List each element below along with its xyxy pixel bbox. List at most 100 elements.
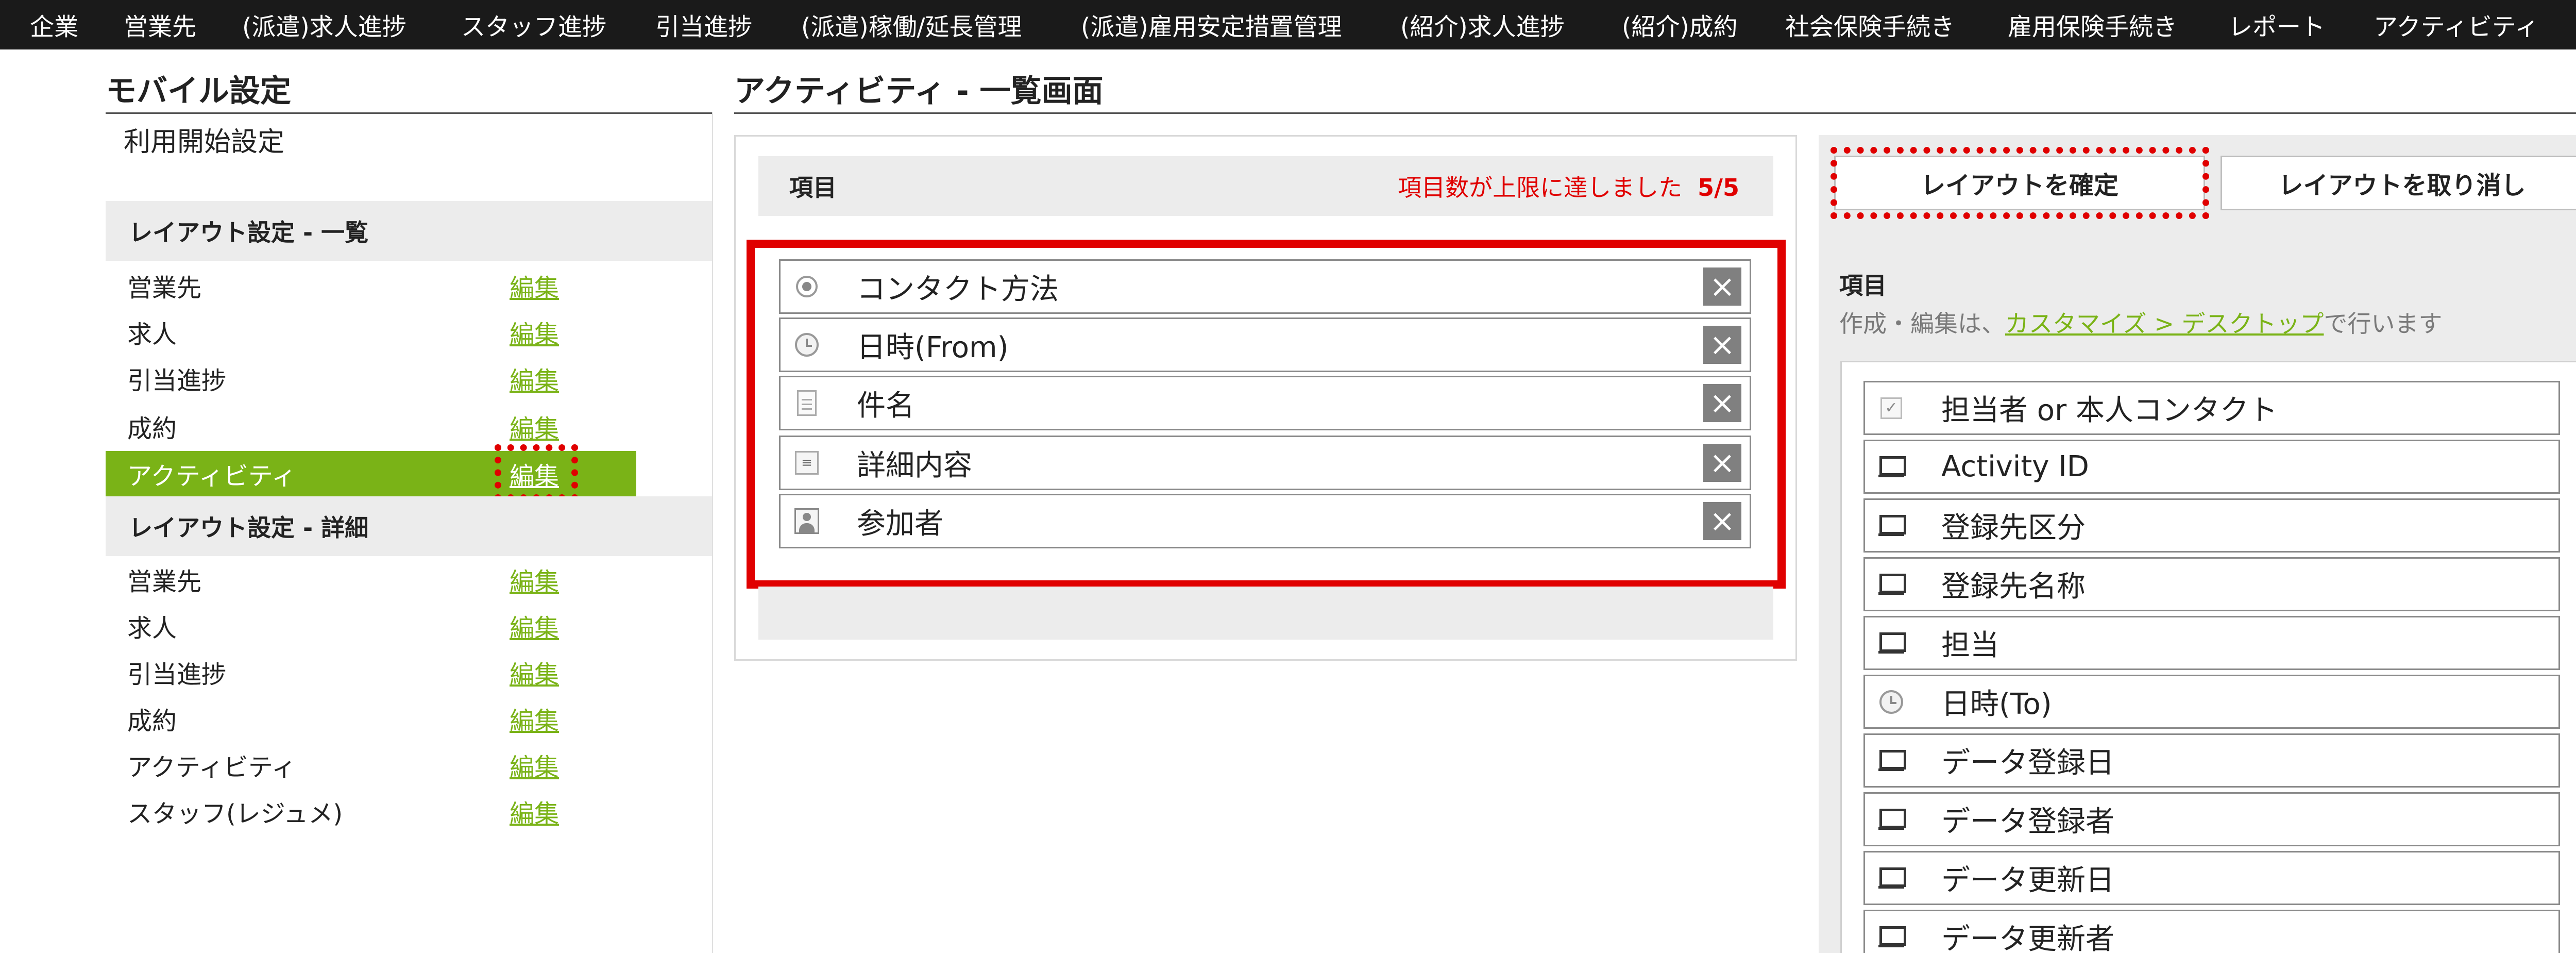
- list-layout-row-sales: 営業先 編集: [106, 264, 636, 307]
- detail-layout-edit-link[interactable]: 編集: [510, 561, 559, 597]
- top-nav: 企業 営業先 (派遣)求人進捗 スタッフ進捗 引当進捗 (派遣)稼働/延長管理 …: [0, 0, 2576, 49]
- nav-item-report[interactable]: レポート: [2228, 7, 2325, 43]
- available-field-item[interactable]: ✓ 担当者 or 本人コンタクト: [1863, 381, 2560, 435]
- list-layout-label: 営業先: [127, 274, 202, 303]
- remove-field-button[interactable]: ×: [1703, 326, 1741, 364]
- selected-field-label: 件名: [857, 389, 914, 423]
- nav-item-company[interactable]: 企業: [30, 7, 78, 43]
- list-layout-edit-link[interactable]: 編集: [510, 360, 559, 396]
- detail-layout-edit-link[interactable]: 編集: [510, 700, 559, 737]
- nav-item-dispatch-job-progress[interactable]: (派遣)求人進捗: [242, 7, 406, 43]
- selected-field-label: コンタクト方法: [857, 272, 1059, 306]
- page-title: アクティビティ - 一覧画面: [734, 73, 1104, 109]
- selected-fields-footer: [758, 587, 1773, 640]
- monitor-icon: [1876, 805, 1906, 834]
- available-field-label: データ更新者: [1941, 923, 2114, 953]
- detail-layout-row-job: 求人 編集: [106, 604, 636, 647]
- available-field-item[interactable]: データ更新者: [1863, 910, 2560, 953]
- detail-layout-label: 求人: [127, 614, 177, 643]
- clock-icon: [792, 330, 822, 360]
- remove-field-button[interactable]: ×: [1703, 267, 1741, 306]
- detail-layout-edit-link[interactable]: 編集: [510, 747, 559, 783]
- detail-layout-section-header: レイアウト設定 - 詳細: [106, 496, 712, 556]
- nav-item-activity[interactable]: アクティビティ: [2374, 7, 2539, 43]
- nav-item-social-insurance[interactable]: 社会保険手続き: [1785, 7, 1955, 43]
- detail-layout-label: アクティビティ: [127, 753, 296, 782]
- radio-icon: [792, 272, 822, 302]
- selected-field-item[interactable]: 日時(From) ×: [779, 317, 1751, 372]
- page-title-divider: [734, 112, 2576, 114]
- detail-layout-label: 成約: [127, 707, 177, 735]
- available-field-item[interactable]: データ登録日: [1863, 733, 2560, 788]
- detail-layout-row-staff-resume: スタッフ(レジュメ) 編集: [106, 790, 636, 833]
- selected-field-item[interactable]: ≡ 詳細内容 ×: [779, 436, 1751, 490]
- available-field-item[interactable]: 担当: [1863, 616, 2560, 670]
- detail-layout-label: 引当進捗: [127, 660, 227, 689]
- available-field-item[interactable]: 登録先区分: [1863, 498, 2560, 553]
- monitor-icon: [1876, 863, 1906, 893]
- nav-item-dispatch-operation[interactable]: (派遣)稼働/延長管理: [801, 7, 1022, 43]
- detail-layout-row-contract: 成約 編集: [106, 697, 636, 740]
- remove-field-button[interactable]: ×: [1703, 444, 1741, 482]
- field-count: 5/5: [1698, 174, 1739, 202]
- available-field-label: 担当者 or 本人コンタクト: [1941, 394, 2278, 427]
- nav-item-staff-progress[interactable]: スタッフ進捗: [461, 7, 606, 43]
- cancel-layout-button[interactable]: レイアウトを取り消し: [2221, 156, 2576, 210]
- list-layout-section-header: レイアウト設定 - 一覧: [106, 201, 712, 261]
- selected-fields-title: 項目: [789, 174, 837, 202]
- list-layout-row-job: 求人 編集: [106, 310, 636, 354]
- monitor-icon: [1876, 922, 1906, 952]
- detail-layout-edit-link[interactable]: 編集: [510, 654, 559, 690]
- list-layout-label: 成約: [127, 414, 177, 443]
- selected-field-item[interactable]: 件名 ×: [779, 376, 1751, 430]
- available-field-item[interactable]: データ登録者: [1863, 792, 2560, 846]
- detail-layout-edit-link[interactable]: 編集: [510, 793, 559, 829]
- remove-field-button[interactable]: ×: [1703, 502, 1741, 540]
- available-field-item[interactable]: データ更新日: [1863, 851, 2560, 905]
- remove-field-button[interactable]: ×: [1703, 384, 1741, 422]
- detail-layout-row-matching: 引当進捗 編集: [106, 650, 636, 694]
- monitor-icon: [1876, 570, 1906, 599]
- nav-item-matching-progress[interactable]: 引当進捗: [655, 7, 752, 43]
- available-field-label: 日時(To): [1941, 688, 2052, 721]
- detail-layout-row-sales: 営業先 編集: [106, 558, 636, 601]
- confirm-button-highlight-marker: [1831, 147, 2209, 219]
- selected-field-label: 詳細内容: [857, 448, 972, 482]
- available-field-item[interactable]: 日時(To): [1863, 675, 2560, 729]
- available-field-label: Activity ID: [1941, 450, 2089, 483]
- sidebar-title: モバイル設定: [106, 73, 291, 109]
- list-layout-row-matching: 引当進捗 編集: [106, 357, 636, 400]
- selected-field-label: 日時(From): [857, 330, 1009, 364]
- available-field-item[interactable]: Activity ID: [1863, 440, 2560, 494]
- list-layout-edit-link[interactable]: 編集: [510, 267, 559, 304]
- available-field-item[interactable]: 登録先名称: [1863, 557, 2560, 611]
- available-field-label: データ更新日: [1941, 864, 2114, 897]
- detail-layout-edit-link[interactable]: 編集: [510, 608, 559, 644]
- list-layout-edit-link[interactable]: 編集: [510, 314, 559, 350]
- list-layout-edit-link[interactable]: 編集: [510, 408, 559, 444]
- available-field-label: 登録先区分: [1941, 511, 2086, 545]
- selected-field-item[interactable]: コンタクト方法 ×: [779, 259, 1751, 314]
- monitor-icon: [1876, 746, 1906, 776]
- available-field-label: データ登録者: [1941, 805, 2114, 839]
- nav-item-dispatch-employment-stability[interactable]: (派遣)雇用安定措置管理: [1081, 7, 1342, 43]
- available-fields-title: 項目: [1839, 272, 1887, 299]
- clock-icon: [1876, 687, 1906, 717]
- nav-item-referral-job-progress[interactable]: (紹介)求人進捗: [1400, 7, 1565, 43]
- customize-desktop-link[interactable]: カスタマイズ > デスクトップ: [2005, 310, 2324, 338]
- person-icon: [792, 506, 822, 536]
- detail-layout-row-activity: アクティビティ 編集: [106, 743, 636, 787]
- selected-field-item[interactable]: 参加者 ×: [779, 494, 1751, 548]
- monitor-icon: [1876, 628, 1906, 658]
- nav-item-employment-insurance[interactable]: 雇用保険手続き: [2008, 7, 2177, 43]
- nav-item-sales[interactable]: 営業先: [124, 7, 196, 43]
- monitor-icon: [1876, 511, 1906, 541]
- nav-item-referral-contract[interactable]: (紹介)成約: [1622, 7, 1738, 43]
- start-setting-link[interactable]: 利用開始設定: [124, 120, 284, 159]
- customize-note: 作成・編集は、カスタマイズ > デスクトップで行います: [1839, 305, 2442, 339]
- column-divider: [712, 112, 713, 953]
- detail-icon: ≡: [792, 448, 822, 478]
- monitor-icon: [1876, 452, 1906, 482]
- document-icon: [792, 388, 822, 418]
- available-field-label: 登録先名称: [1941, 570, 2086, 604]
